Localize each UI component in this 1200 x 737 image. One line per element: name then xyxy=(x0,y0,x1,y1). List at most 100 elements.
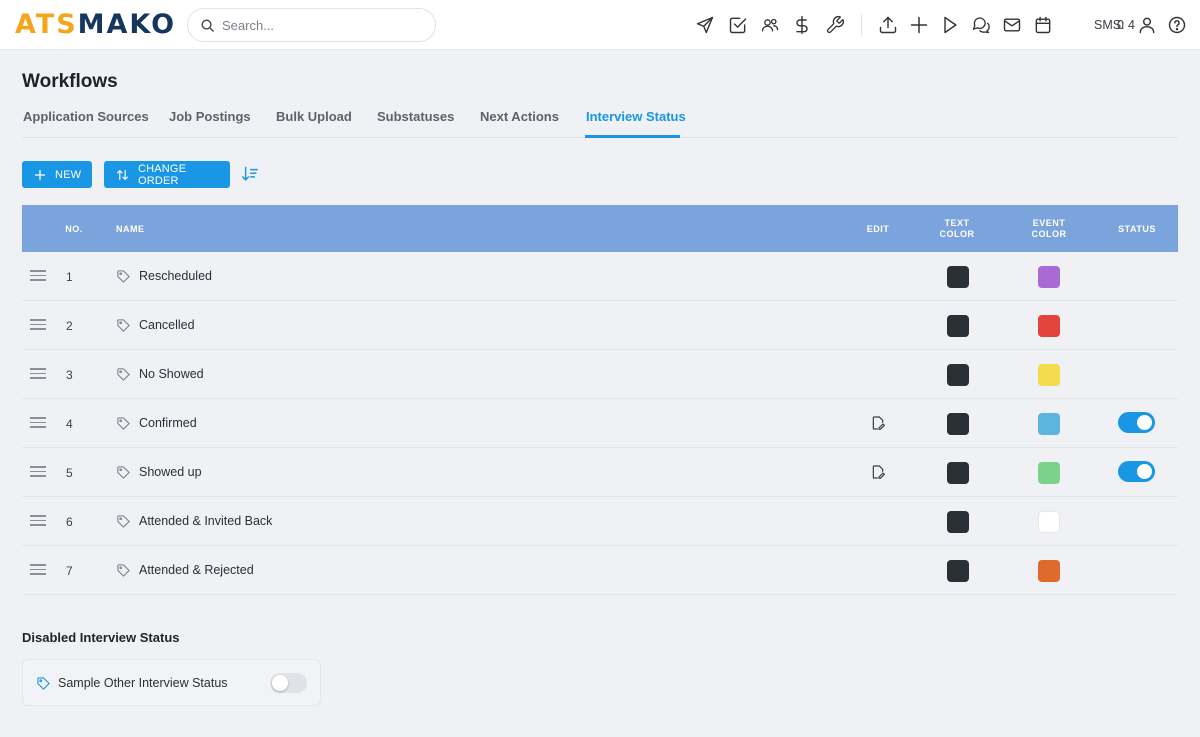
drag-handle-icon[interactable] xyxy=(30,368,46,379)
column-header-event-color-line2: COLOR xyxy=(1031,229,1067,239)
text-color-swatch[interactable] xyxy=(947,511,969,533)
column-header-status: STATUS xyxy=(1118,224,1156,234)
text-color-swatch[interactable] xyxy=(947,413,969,435)
help-icon[interactable] xyxy=(1167,15,1187,35)
drag-handle-icon[interactable] xyxy=(30,466,46,477)
notification-count[interactable]: 0 xyxy=(1117,18,1124,32)
tab-next-actions[interactable]: Next Actions xyxy=(480,109,559,124)
drag-handle-icon[interactable] xyxy=(30,417,46,428)
tab-application-sources[interactable]: Application Sources xyxy=(23,109,149,124)
tag-icon xyxy=(117,564,130,577)
column-header-event-color-line1: EVENT xyxy=(1032,218,1066,228)
user-icon[interactable] xyxy=(1137,15,1157,35)
text-color-swatch[interactable] xyxy=(947,364,969,386)
event-color-swatch[interactable] xyxy=(1038,511,1060,533)
logo-text-mako: MAKO xyxy=(77,9,177,40)
status-toggle[interactable] xyxy=(1118,461,1155,482)
drag-handle-icon[interactable] xyxy=(30,564,46,575)
search-icon xyxy=(201,19,214,32)
text-color-swatch[interactable] xyxy=(947,462,969,484)
status-toggle[interactable] xyxy=(1118,412,1155,433)
status-name: No Showed xyxy=(139,367,204,381)
dollar-icon[interactable] xyxy=(792,15,812,35)
chat-icon[interactable] xyxy=(971,15,991,35)
sort-icon[interactable] xyxy=(241,166,259,182)
tag-icon xyxy=(37,677,50,690)
page-title: Workflows xyxy=(22,71,118,92)
status-name: Cancelled xyxy=(139,318,195,332)
row-number: 6 xyxy=(66,515,73,529)
event-color-swatch[interactable] xyxy=(1038,560,1060,582)
status-name: Rescheduled xyxy=(139,269,212,283)
change-order-button-label: CHANGE ORDER xyxy=(137,162,187,187)
text-color-swatch[interactable] xyxy=(947,315,969,337)
plus-icon xyxy=(34,169,46,180)
table-row: 7 Attended & Rejected xyxy=(22,546,1178,595)
event-color-swatch[interactable] xyxy=(1038,266,1060,288)
table-row: 1 Rescheduled xyxy=(22,252,1178,301)
column-header-text-color-line1: TEXT xyxy=(944,218,970,228)
send-icon[interactable] xyxy=(695,15,715,35)
drag-handle-icon[interactable] xyxy=(30,515,46,526)
row-number: 2 xyxy=(66,319,73,333)
search-input[interactable] xyxy=(222,16,422,34)
column-header-text-color: TEXT COLOR xyxy=(937,218,977,240)
status-name: Attended & Invited Back xyxy=(139,514,273,528)
text-color-swatch[interactable] xyxy=(947,266,969,288)
status-name: Showed up xyxy=(139,465,202,479)
tag-icon xyxy=(117,319,130,332)
new-button[interactable]: NEW xyxy=(22,161,92,188)
column-header-edit: EDIT xyxy=(866,224,890,234)
column-header-event-color: EVENT COLOR xyxy=(1029,218,1069,240)
tab-substatuses[interactable]: Substatuses xyxy=(377,109,454,124)
workflow-tabs: Application Sources Job Postings Bulk Up… xyxy=(22,103,1178,138)
tag-icon xyxy=(117,417,130,430)
event-color-swatch[interactable] xyxy=(1038,462,1060,484)
table-row: 2 Cancelled xyxy=(22,301,1178,350)
tag-icon xyxy=(117,270,130,283)
edit-icon[interactable] xyxy=(870,464,886,480)
tag-icon xyxy=(117,368,130,381)
tab-bulk-upload[interactable]: Bulk Upload xyxy=(276,109,352,124)
people-icon[interactable] xyxy=(760,15,780,35)
toggle-knob xyxy=(1137,415,1152,430)
sms-counter[interactable]: SMS: 4 xyxy=(1094,18,1135,32)
search-box[interactable] xyxy=(187,8,436,42)
change-order-button[interactable]: CHANGE ORDER xyxy=(104,161,230,188)
disabled-status-card: Sample Other Interview Status xyxy=(22,659,321,706)
column-header-name: NAME xyxy=(116,224,145,234)
row-number: 7 xyxy=(66,564,73,578)
mail-icon[interactable] xyxy=(1002,15,1022,35)
table-header: NO. NAME EDIT TEXT COLOR EVENT COLOR STATU… xyxy=(22,205,1178,252)
tasks-check-icon[interactable] xyxy=(728,15,748,35)
toggle-knob xyxy=(1137,464,1152,479)
logo-text-ats: ATS xyxy=(15,9,78,40)
event-color-swatch[interactable] xyxy=(1038,315,1060,337)
text-color-swatch[interactable] xyxy=(947,560,969,582)
tab-job-postings[interactable]: Job Postings xyxy=(169,109,251,124)
status-name: Confirmed xyxy=(139,416,197,430)
table-row: 5 Showed up xyxy=(22,448,1178,497)
edit-icon[interactable] xyxy=(870,415,886,431)
disabled-section-title: Disabled Interview Status xyxy=(22,630,180,645)
tag-icon xyxy=(117,466,130,479)
upload-icon[interactable] xyxy=(878,15,898,35)
wrench-icon[interactable] xyxy=(825,15,845,35)
top-navigation-bar: ATSMAKO SMS: 4 0 xyxy=(0,0,1200,50)
table-row: 3 No Showed xyxy=(22,350,1178,399)
disabled-status-name: Sample Other Interview Status xyxy=(58,676,228,690)
app-logo[interactable]: ATSMAKO xyxy=(15,9,176,41)
status-name: Attended & Rejected xyxy=(139,563,254,577)
enable-status-toggle[interactable] xyxy=(270,673,307,693)
column-header-no: NO. xyxy=(65,224,83,234)
event-color-swatch[interactable] xyxy=(1038,413,1060,435)
event-color-swatch[interactable] xyxy=(1038,364,1060,386)
plus-icon[interactable] xyxy=(909,15,929,35)
drag-handle-icon[interactable] xyxy=(30,270,46,281)
drag-handle-icon[interactable] xyxy=(30,319,46,330)
row-number: 4 xyxy=(66,417,73,431)
toggle-knob xyxy=(272,675,288,691)
play-icon[interactable] xyxy=(940,15,960,35)
tab-interview-status[interactable]: Interview Status xyxy=(586,109,686,124)
calendar-icon[interactable] xyxy=(1033,15,1053,35)
